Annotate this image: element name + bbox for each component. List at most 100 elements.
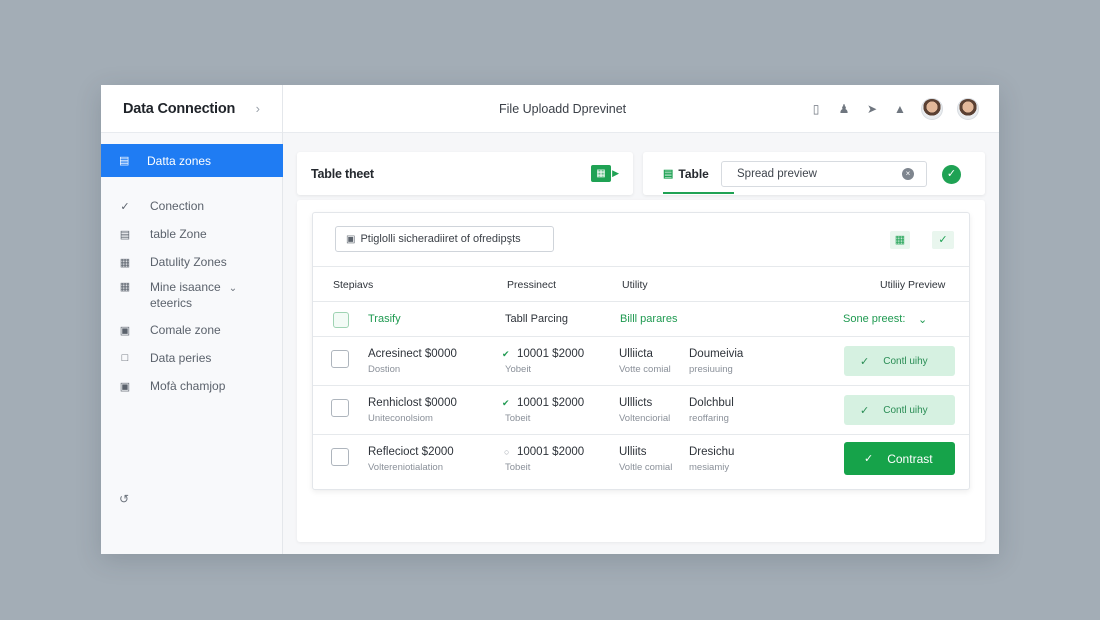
row-checkbox[interactable] [331,350,349,368]
status-pending-icon: ○ [504,447,510,457]
status-check-icon: ✔ [502,349,510,359]
cell-secondary: presiuuing [689,364,733,375]
sidebar-header: Data Connection › [101,85,282,133]
cell-primary: 10001 $2000 [517,446,585,458]
grid-view-button[interactable]: ▦ [890,231,910,249]
avatar[interactable] [957,97,979,120]
page-title: File Uploadd Dprevinet [499,101,627,116]
refresh-icon[interactable]: ↺ [119,492,129,506]
cell-secondary: Voltle comial [619,462,673,473]
grid-icon: ▦ [119,256,131,269]
column-header: Pressinect [507,279,557,291]
column-header: Utiliiy Preview [880,279,946,291]
image-icon: ▣ [346,233,356,245]
cell-primary: Ulliits [619,446,647,458]
search-value: Spread preview [737,168,817,180]
filter-chip[interactable]: ▣ Ptiglolli sicheradiiret of ofredipşts [335,226,554,252]
table-row: Renhiclost $0000 Uniteconolsiom ✔ 10001 … [313,386,969,435]
sidebar-item-data-zones[interactable]: ▤ Datta zones [101,144,283,177]
calendar-icon: ▦ [119,281,131,293]
confirm-button[interactable]: ✓ [942,165,961,184]
select-all-checkbox[interactable] [333,312,349,328]
cell-secondary: Yobeit [505,364,532,375]
sidebar-item-label: Datta zones [147,153,212,168]
table-sheet-card: Table theet ▦ ▶ [297,152,633,195]
sidebar-list: ✓ Conection ▤ table Zone ▦ Datulity Zone… [101,192,283,400]
table-icon: ▤ [119,228,131,241]
sidebar-item-connection[interactable]: ✓ Conection [101,192,283,220]
lock-icon[interactable]: ▲ [893,102,907,116]
row-action-label: Contrast [887,451,933,466]
picture-icon: ▣ [119,380,131,393]
cell-secondary: Uniteconolsiom [368,413,433,424]
sidebar: Data Connection › ▤ Datta zones ✓ Conect… [101,85,283,554]
chevron-down-icon[interactable]: ⌄ [229,283,237,294]
sheet-export-button[interactable]: ▦ [591,165,611,182]
sidebar-item-label: Data peries [150,351,212,365]
subheader-cell: Billl parares [620,313,678,325]
cell-primary: Renhiclost $0000 [368,397,457,409]
tab-table[interactable]: ▤ Table [663,152,709,195]
toolbar-icons: ▯ ♟ ➤ ▲ [809,97,979,120]
column-header: Utility [622,279,648,291]
sidebar-item-label: Mine isaance ⌄ eteerics [150,280,237,310]
avatar[interactable] [921,97,943,120]
table-subheader-row: Trasify Tabll Parcing Billl parares Sone… [313,302,969,337]
row-action-button[interactable]: ✓ Contl uihy [844,395,955,425]
play-icon[interactable]: ▶ [612,168,619,179]
sidebar-title: Data Connection [123,100,236,117]
subheader-cell: Tabll Parcing [505,313,568,325]
sidebar-item-comale-zone[interactable]: ▣ Comale zone [101,316,283,344]
top-bar: File Uploadd Dprevinet ▯ ♟ ➤ ▲ [283,85,999,133]
cell-secondary: Votte comial [619,364,671,375]
cell-secondary: Tobeit [505,462,531,473]
tab-label: Table [678,166,709,181]
cell-primary: 10001 $2000 [517,348,585,360]
document-icon[interactable]: ▯ [809,102,823,116]
app-window: Data Connection › ▤ Datta zones ✓ Conect… [101,85,999,554]
table-sheet-label: Table theet [311,166,374,181]
confirm-check-button[interactable]: ✓ [932,231,954,249]
contrast-button[interactable]: ✓ Contrast [844,442,955,475]
sidebar-item-data-peries[interactable]: □ Data peries [101,344,283,372]
row-action-label: Contl uihy [883,355,928,367]
sidebar-item-mofa[interactable]: ▣ Mofà chamjop [101,372,283,400]
tab-active-indicator [663,192,734,194]
sidebar-item-label: Mofà chamjop [150,379,226,393]
cell-primary: Acresinect $0000 [368,348,457,360]
subheader-cell: Sone preest: [843,313,906,325]
status-check-icon: ✔ [502,398,510,408]
pointer-icon[interactable]: ➤ [865,102,879,116]
table-row: Reflecioct $2000 Voltereniotialation ○ 1… [313,435,969,484]
sidebar-item-utility-zones[interactable]: ▦ Datulity Zones [101,248,283,276]
chevron-right-icon[interactable]: › [256,101,260,116]
user-icon[interactable]: ♟ [837,102,851,116]
cell-primary: Dresichu [689,446,735,458]
row-checkbox[interactable] [331,448,349,466]
table-header: Stepiavs Pressinect Utility Utiliiy Prev… [313,266,969,302]
table-icon: ▤ [663,168,674,180]
cell-secondary: Voltenciorial [619,413,671,424]
clear-icon[interactable]: × [902,168,914,180]
cell-secondary: mesiamiy [689,462,730,473]
row-action-button[interactable]: ✓ Contl uihy [844,346,955,376]
check-mark-icon: ✓ [120,200,130,213]
chevron-down-icon[interactable]: ⌄ [918,313,927,326]
database-icon: ▤ [119,154,130,167]
cell-primary: Dolchbul [689,397,734,409]
table-row: Acresinect $0000 Dostion ✔ 10001 $2000 Y… [313,337,969,386]
cell-secondary: Dostion [368,364,401,375]
search-input[interactable]: Spread preview × [721,161,927,187]
cell-primary: Ulliicta [619,348,653,360]
main-panel: ▣ Ptiglolli sicheradiiret of ofredipşts … [297,200,985,542]
sidebar-item-metrics[interactable]: ▦ Mine isaance ⌄ eteerics [101,276,283,316]
data-table-card: ▣ Ptiglolli sicheradiiret of ofredipşts … [312,212,970,490]
image-icon: ▣ [119,324,131,337]
row-checkbox[interactable] [331,399,349,417]
sidebar-item-table-zone[interactable]: ▤ table Zone [101,220,283,248]
label-line-2: eteerics [150,296,193,310]
sidebar-item-label: Comale zone [150,323,221,337]
filter-chip-label: Ptiglolli sicheradiiret of ofredipşts [360,233,521,245]
sidebar-item-label: Conection [150,199,205,213]
check-icon: ✓ [864,453,874,465]
